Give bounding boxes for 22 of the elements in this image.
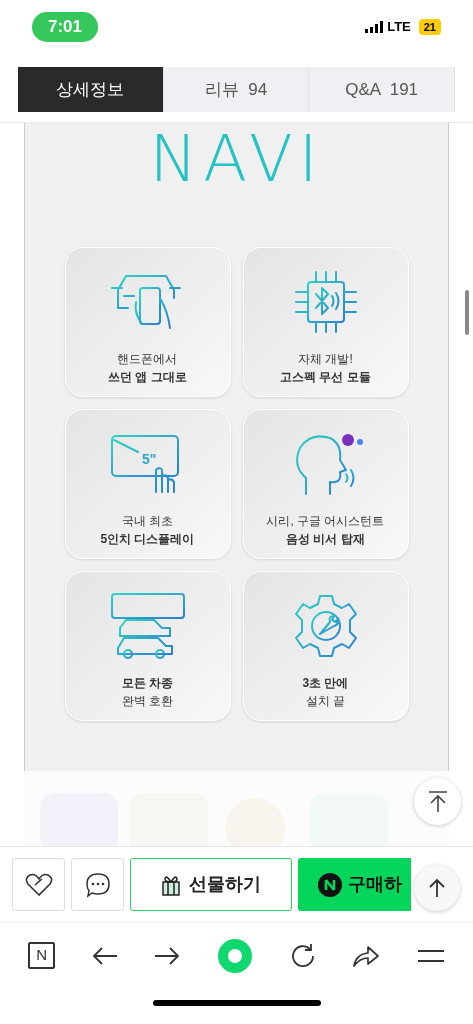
- network-label: LTE: [387, 18, 411, 37]
- feature-text: 핸드폰에서: [117, 351, 178, 368]
- feature-text: 자체 개발!: [298, 351, 353, 368]
- time-pill: 7:01: [32, 12, 99, 42]
- feature-text: 5인치 디스플레이: [100, 531, 195, 548]
- logo-text: NAVI: [149, 123, 324, 195]
- feature-text: 3초 만에: [302, 675, 349, 692]
- feature-text: 쓰던 앱 그대로: [108, 369, 187, 386]
- battery-badge: 21: [418, 18, 441, 36]
- naver-home-button[interactable]: N: [28, 942, 56, 969]
- gift-button[interactable]: 선물하기: [130, 858, 292, 911]
- feature-text: 설치 끝: [305, 693, 346, 710]
- feature-text: 시리, 구글 어시스턴트: [266, 513, 385, 530]
- feature-text: 음성 비서 탑재: [286, 531, 365, 548]
- buy-button[interactable]: 구매하: [298, 858, 411, 911]
- feature-text: 모든 차종: [121, 675, 174, 692]
- tab[interactable]: Q&A 191: [309, 67, 455, 112]
- tab[interactable]: 상세정보: [18, 67, 164, 112]
- tab[interactable]: 리뷰 94: [163, 67, 310, 112]
- feature-text: 국내 최초: [121, 513, 174, 530]
- feature-text: 완벽 호환: [121, 693, 174, 710]
- feature-text: 고스펙 무선 모듈: [280, 369, 371, 386]
